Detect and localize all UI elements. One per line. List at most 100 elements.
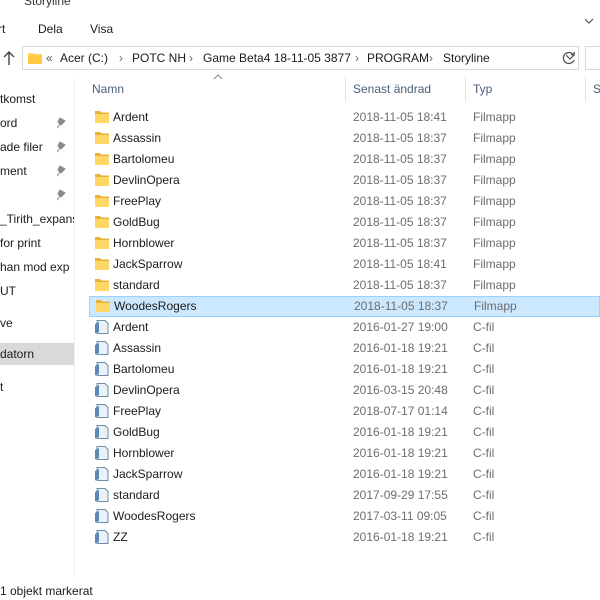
file-name: Assassin <box>113 131 162 145</box>
file-row[interactable]: JackSparrow 2016-01-18 19:21 C-fil <box>87 464 600 485</box>
overflow-chevron-icon[interactable]: « <box>46 51 53 65</box>
column-type[interactable]: Typ <box>473 82 492 96</box>
breadcrumb-separator[interactable]: › <box>119 51 123 65</box>
file-modified: 2016-01-18 19:21 <box>353 530 448 544</box>
file-icon <box>95 530 109 544</box>
file-row[interactable]: WoodesRogers 2017-03-11 09:05 C-fil <box>87 506 600 527</box>
file-row[interactable]: Bartolomeu 2016-01-18 19:21 C-fil <box>87 359 600 380</box>
chevron-down-icon[interactable] <box>582 14 596 28</box>
file-row[interactable]: Assassin 2018-11-05 18:37 Filmapp <box>87 128 600 149</box>
column-modified[interactable]: Senast ändrad <box>353 82 431 96</box>
file-icon <box>95 425 109 439</box>
file-type: Filmapp <box>473 257 516 271</box>
column-divider[interactable] <box>465 76 466 102</box>
file-modified: 2018-11-05 18:41 <box>353 257 447 271</box>
pane-divider[interactable] <box>74 78 75 578</box>
file-icon <box>95 509 109 523</box>
status-bar: 1 objekt markerat <box>0 582 600 600</box>
nav-item[interactable]: for print <box>0 232 74 254</box>
pin-icon[interactable] <box>57 189 67 201</box>
ribbon: rt Dela Visa <box>0 12 600 42</box>
pin-icon[interactable] <box>57 141 67 153</box>
nav-item[interactable]: tkomst <box>0 88 74 110</box>
file-modified: 2016-01-18 19:21 <box>353 341 448 355</box>
file-type: C-fil <box>473 383 495 397</box>
nav-item[interactable]: _Tirith_expans <box>0 208 74 230</box>
file-row[interactable]: Ardent 2018-11-05 18:41 Filmapp <box>87 107 600 128</box>
file-row[interactable]: GoldBug 2018-11-05 18:37 Filmapp <box>87 212 600 233</box>
nav-item[interactable]: ord <box>0 112 74 134</box>
file-name: JackSparrow <box>113 467 183 481</box>
file-row[interactable]: Bartolomeu 2018-11-05 18:37 Filmapp <box>87 149 600 170</box>
file-modified: 2016-01-18 19:21 <box>353 446 448 460</box>
file-row[interactable]: GoldBug 2016-01-18 19:21 C-fil <box>87 422 600 443</box>
file-row[interactable]: standard 2017-09-29 17:55 C-fil <box>87 485 600 506</box>
file-type: Filmapp <box>473 194 516 208</box>
folder-icon <box>95 174 109 186</box>
file-type: Filmapp <box>474 299 517 313</box>
file-type: C-fil <box>473 341 495 355</box>
address-bar[interactable]: « Acer (C:) › POTC NH › Game Beta4 18-11… <box>22 46 579 70</box>
file-type: Filmapp <box>473 152 516 166</box>
column-name[interactable]: Namn <box>92 82 124 96</box>
file-row[interactable]: WoodesRogers 2018-11-05 18:37 Filmapp <box>89 296 600 317</box>
nav-item[interactable]: ade filer <box>0 136 74 158</box>
nav-item[interactable]: han mod exp <box>0 256 74 278</box>
breadcrumb-program[interactable]: PROGRAM <box>367 51 429 65</box>
breadcrumb-potc-nh[interactable]: POTC NH <box>132 51 186 65</box>
file-row[interactable]: FreePlay 2018-07-17 01:14 C-fil <box>87 401 600 422</box>
file-row[interactable]: DevlinOpera 2016-03-15 20:48 C-fil <box>87 380 600 401</box>
column-size[interactable]: S <box>593 82 600 96</box>
folder-icon <box>95 258 109 270</box>
file-row[interactable]: ZZ 2016-01-18 19:21 C-fil <box>87 527 600 548</box>
file-list: Ardent 2018-11-05 18:41 Filmapp Assassin 201… <box>87 107 600 547</box>
nav-item-label: UT <box>0 284 16 298</box>
file-modified: 2016-01-27 19:00 <box>353 320 448 334</box>
tab-start[interactable]: rt <box>0 22 5 36</box>
breadcrumb-storyline[interactable]: Storyline <box>443 51 490 65</box>
search-input[interactable] <box>585 46 600 70</box>
tab-dela[interactable]: Dela <box>38 22 63 36</box>
file-modified: 2018-11-05 18:37 <box>353 194 447 208</box>
nav-item-label: for print <box>0 236 41 250</box>
breadcrumb-separator[interactable]: › <box>429 51 433 65</box>
breadcrumb-separator[interactable]: › <box>189 51 193 65</box>
file-modified: 2016-01-18 19:21 <box>353 425 448 439</box>
file-row[interactable]: Hornblower 2018-11-05 18:37 Filmapp <box>87 233 600 254</box>
nav-item[interactable]: ve <box>0 312 74 334</box>
file-row[interactable]: Assassin 2016-01-18 19:21 C-fil <box>87 338 600 359</box>
pin-icon[interactable] <box>57 117 67 129</box>
nav-item[interactable]: UT <box>0 280 74 302</box>
file-name: GoldBug <box>113 425 160 439</box>
nav-item-label: tkomst <box>0 92 36 106</box>
file-row[interactable]: standard 2018-11-05 18:37 Filmapp <box>87 275 600 296</box>
file-row[interactable]: JackSparrow 2018-11-05 18:41 Filmapp <box>87 254 600 275</box>
file-name: JackSparrow <box>113 257 183 271</box>
file-row[interactable]: DevlinOpera 2018-11-05 18:37 Filmapp <box>87 170 600 191</box>
up-arrow-icon[interactable] <box>2 50 16 66</box>
refresh-icon[interactable] <box>559 48 579 68</box>
breadcrumb-separator[interactable]: › <box>355 51 359 65</box>
pin-icon[interactable] <box>57 165 67 177</box>
file-row[interactable]: Ardent 2016-01-27 19:00 C-fil <box>87 317 600 338</box>
nav-item[interactable]: t <box>0 376 74 398</box>
breadcrumb-game-beta4[interactable]: Game Beta4 18-11-05 3877 <box>203 51 351 65</box>
file-row[interactable]: FreePlay 2018-11-05 18:37 Filmapp <box>87 191 600 212</box>
file-name: FreePlay <box>113 194 162 208</box>
column-divider[interactable] <box>585 76 586 102</box>
nav-item[interactable] <box>0 184 74 206</box>
file-type: C-fil <box>473 446 495 460</box>
column-divider[interactable] <box>345 76 346 102</box>
folder-icon <box>96 300 110 312</box>
file-modified: 2018-11-05 18:37 <box>353 173 447 187</box>
file-type: C-fil <box>473 362 495 376</box>
folder-icon <box>95 216 109 228</box>
nav-item[interactable]: datorn <box>0 343 74 365</box>
nav-item[interactable]: ment <box>0 160 74 182</box>
file-row[interactable]: Hornblower 2016-01-18 19:21 C-fil <box>87 443 600 464</box>
breadcrumb-drive[interactable]: Acer (C:) <box>60 51 108 65</box>
file-type: Filmapp <box>473 131 516 145</box>
file-modified: 2016-01-18 19:21 <box>353 467 448 481</box>
file-icon <box>95 362 109 376</box>
tab-visa[interactable]: Visa <box>90 22 113 36</box>
